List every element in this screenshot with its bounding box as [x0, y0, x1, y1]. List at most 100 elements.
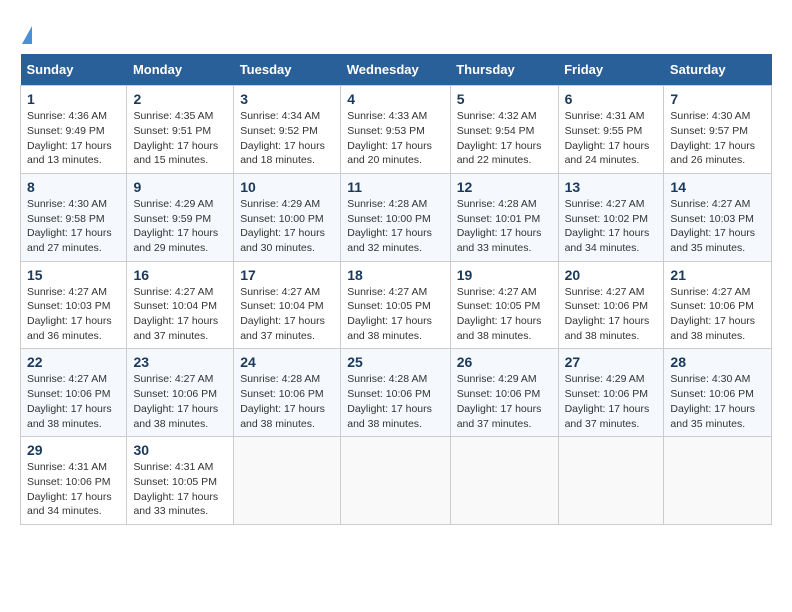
calendar-cell: 22 Sunrise: 4:27 AM Sunset: 10:06 PM Dayl…	[21, 349, 127, 437]
calendar-cell	[341, 437, 450, 525]
day-info: Sunrise: 4:31 AM Sunset: 9:55 PM Dayligh…	[565, 109, 658, 168]
day-info: Sunrise: 4:27 AM Sunset: 10:03 PM Daylig…	[27, 285, 120, 344]
calendar-header-row: SundayMondayTuesdayWednesdayThursdayFrid…	[21, 54, 772, 86]
day-info: Sunrise: 4:30 AM Sunset: 9:57 PM Dayligh…	[670, 109, 765, 168]
calendar-cell: 19 Sunrise: 4:27 AM Sunset: 10:05 PM Dayl…	[450, 261, 558, 349]
day-info: Sunrise: 4:27 AM Sunset: 10:05 PM Daylig…	[457, 285, 552, 344]
day-number: 12	[457, 179, 552, 195]
day-number: 25	[347, 354, 443, 370]
calendar-cell: 3 Sunrise: 4:34 AM Sunset: 9:52 PM Daylig…	[234, 86, 341, 174]
day-info: Sunrise: 4:30 AM Sunset: 10:06 PM Daylig…	[670, 372, 765, 431]
day-number: 19	[457, 267, 552, 283]
day-number: 24	[240, 354, 334, 370]
day-info: Sunrise: 4:35 AM Sunset: 9:51 PM Dayligh…	[133, 109, 227, 168]
calendar-cell: 1 Sunrise: 4:36 AM Sunset: 9:49 PM Daylig…	[21, 86, 127, 174]
day-info: Sunrise: 4:27 AM Sunset: 10:06 PM Daylig…	[133, 372, 227, 431]
day-number: 21	[670, 267, 765, 283]
day-info: Sunrise: 4:28 AM Sunset: 10:06 PM Daylig…	[347, 372, 443, 431]
calendar-header-wednesday: Wednesday	[341, 54, 450, 86]
calendar-week-row: 8 Sunrise: 4:30 AM Sunset: 9:58 PM Daylig…	[21, 173, 772, 261]
logo-triangle-icon	[22, 26, 32, 44]
calendar-cell: 17Sunrise: 4:27 AM Sunset: 10:04 PM Dayl…	[234, 261, 341, 349]
calendar-cell: 9 Sunrise: 4:29 AM Sunset: 9:59 PM Daylig…	[127, 173, 234, 261]
day-info: Sunrise: 4:27 AM Sunset: 10:06 PM Daylig…	[565, 285, 658, 344]
day-info: Sunrise: 4:31 AM Sunset: 10:06 PM Daylig…	[27, 460, 120, 519]
calendar-cell: 6 Sunrise: 4:31 AM Sunset: 9:55 PM Daylig…	[558, 86, 664, 174]
day-info: Sunrise: 4:29 AM Sunset: 10:00 PM Daylig…	[240, 197, 334, 256]
day-number: 16	[133, 267, 227, 283]
calendar-cell	[450, 437, 558, 525]
day-info: Sunrise: 4:29 AM Sunset: 10:06 PM Daylig…	[457, 372, 552, 431]
day-number: 28	[670, 354, 765, 370]
day-number: 26	[457, 354, 552, 370]
day-number: 29	[27, 442, 120, 458]
calendar-cell: 4 Sunrise: 4:33 AM Sunset: 9:53 PM Daylig…	[341, 86, 450, 174]
day-info: Sunrise: 4:33 AM Sunset: 9:53 PM Dayligh…	[347, 109, 443, 168]
calendar-header-friday: Friday	[558, 54, 664, 86]
calendar-cell	[558, 437, 664, 525]
calendar-cell: 18 Sunrise: 4:27 AM Sunset: 10:05 PM Dayl…	[341, 261, 450, 349]
day-number: 22	[27, 354, 120, 370]
day-number: 14	[670, 179, 765, 195]
calendar-cell: 15 Sunrise: 4:27 AM Sunset: 10:03 PM Dayl…	[21, 261, 127, 349]
day-number: 18	[347, 267, 443, 283]
calendar-cell: 11 Sunrise: 4:28 AM Sunset: 10:00 PM Dayl…	[341, 173, 450, 261]
day-number: 23	[133, 354, 227, 370]
calendar-cell: 28 Sunrise: 4:30 AM Sunset: 10:06 PM Dayl…	[664, 349, 772, 437]
calendar-cell: 20 Sunrise: 4:27 AM Sunset: 10:06 PM Dayl…	[558, 261, 664, 349]
day-number: 3	[240, 91, 334, 107]
calendar-cell: 23 Sunrise: 4:27 AM Sunset: 10:06 PM Dayl…	[127, 349, 234, 437]
day-number: 20	[565, 267, 658, 283]
calendar-header-tuesday: Tuesday	[234, 54, 341, 86]
day-info: Sunrise: 4:29 AM Sunset: 9:59 PM Dayligh…	[133, 197, 227, 256]
day-info: Sunrise: 4:27 AM Sunset: 10:05 PM Daylig…	[347, 285, 443, 344]
calendar-cell: 13Sunrise: 4:27 AM Sunset: 10:02 PM Dayl…	[558, 173, 664, 261]
calendar-header-saturday: Saturday	[664, 54, 772, 86]
calendar-cell	[234, 437, 341, 525]
calendar-week-row: 22 Sunrise: 4:27 AM Sunset: 10:06 PM Dayl…	[21, 349, 772, 437]
day-number: 15	[27, 267, 120, 283]
day-number: 5	[457, 91, 552, 107]
day-info: Sunrise: 4:29 AM Sunset: 10:06 PM Daylig…	[565, 372, 658, 431]
calendar-cell: 16 Sunrise: 4:27 AM Sunset: 10:04 PM Dayl…	[127, 261, 234, 349]
day-info: Sunrise: 4:30 AM Sunset: 9:58 PM Dayligh…	[27, 197, 120, 256]
calendar-cell: 8 Sunrise: 4:30 AM Sunset: 9:58 PM Daylig…	[21, 173, 127, 261]
calendar-cell: 21 Sunrise: 4:27 AM Sunset: 10:06 PM Dayl…	[664, 261, 772, 349]
calendar-week-row: 29 Sunrise: 4:31 AM Sunset: 10:06 PM Dayl…	[21, 437, 772, 525]
calendar-cell: 5 Sunrise: 4:32 AM Sunset: 9:54 PM Daylig…	[450, 86, 558, 174]
day-number: 8	[27, 179, 120, 195]
day-number: 2	[133, 91, 227, 107]
day-info: Sunrise: 4:34 AM Sunset: 9:52 PM Dayligh…	[240, 109, 334, 168]
day-number: 30	[133, 442, 227, 458]
calendar-header-sunday: Sunday	[21, 54, 127, 86]
day-info: Sunrise: 4:28 AM Sunset: 10:00 PM Daylig…	[347, 197, 443, 256]
day-number: 9	[133, 179, 227, 195]
day-info: Sunrise: 4:27 AM Sunset: 10:06 PM Daylig…	[670, 285, 765, 344]
calendar-cell: 2 Sunrise: 4:35 AM Sunset: 9:51 PM Daylig…	[127, 86, 234, 174]
day-info: Sunrise: 4:27 AM Sunset: 10:02 PM Daylig…	[565, 197, 658, 256]
calendar-cell	[664, 437, 772, 525]
logo	[20, 20, 32, 44]
calendar-header-thursday: Thursday	[450, 54, 558, 86]
calendar-table: SundayMondayTuesdayWednesdayThursdayFrid…	[20, 54, 772, 525]
calendar-cell: 24 Sunrise: 4:28 AM Sunset: 10:06 PM Dayl…	[234, 349, 341, 437]
day-info: Sunrise: 4:31 AM Sunset: 10:05 PM Daylig…	[133, 460, 227, 519]
day-number: 10	[240, 179, 334, 195]
day-info: Sunrise: 4:28 AM Sunset: 10:01 PM Daylig…	[457, 197, 552, 256]
day-info: Sunrise: 4:27 AM Sunset: 10:04 PM Daylig…	[133, 285, 227, 344]
day-number: 11	[347, 179, 443, 195]
calendar-cell: 30 Sunrise: 4:31 AM Sunset: 10:05 PM Dayl…	[127, 437, 234, 525]
calendar-header-monday: Monday	[127, 54, 234, 86]
calendar-week-row: 15 Sunrise: 4:27 AM Sunset: 10:03 PM Dayl…	[21, 261, 772, 349]
day-info: Sunrise: 4:28 AM Sunset: 10:06 PM Daylig…	[240, 372, 334, 431]
day-info: Sunrise: 4:32 AM Sunset: 9:54 PM Dayligh…	[457, 109, 552, 168]
day-number: 7	[670, 91, 765, 107]
day-info: Sunrise: 4:36 AM Sunset: 9:49 PM Dayligh…	[27, 109, 120, 168]
calendar-cell: 27Sunrise: 4:29 AM Sunset: 10:06 PM Dayl…	[558, 349, 664, 437]
day-number: 4	[347, 91, 443, 107]
day-number: 6	[565, 91, 658, 107]
day-info: Sunrise: 4:27 AM Sunset: 10:04 PM Daylig…	[240, 285, 334, 344]
day-info: Sunrise: 4:27 AM Sunset: 10:03 PM Daylig…	[670, 197, 765, 256]
day-info: Sunrise: 4:27 AM Sunset: 10:06 PM Daylig…	[27, 372, 120, 431]
day-number: 1	[27, 91, 120, 107]
